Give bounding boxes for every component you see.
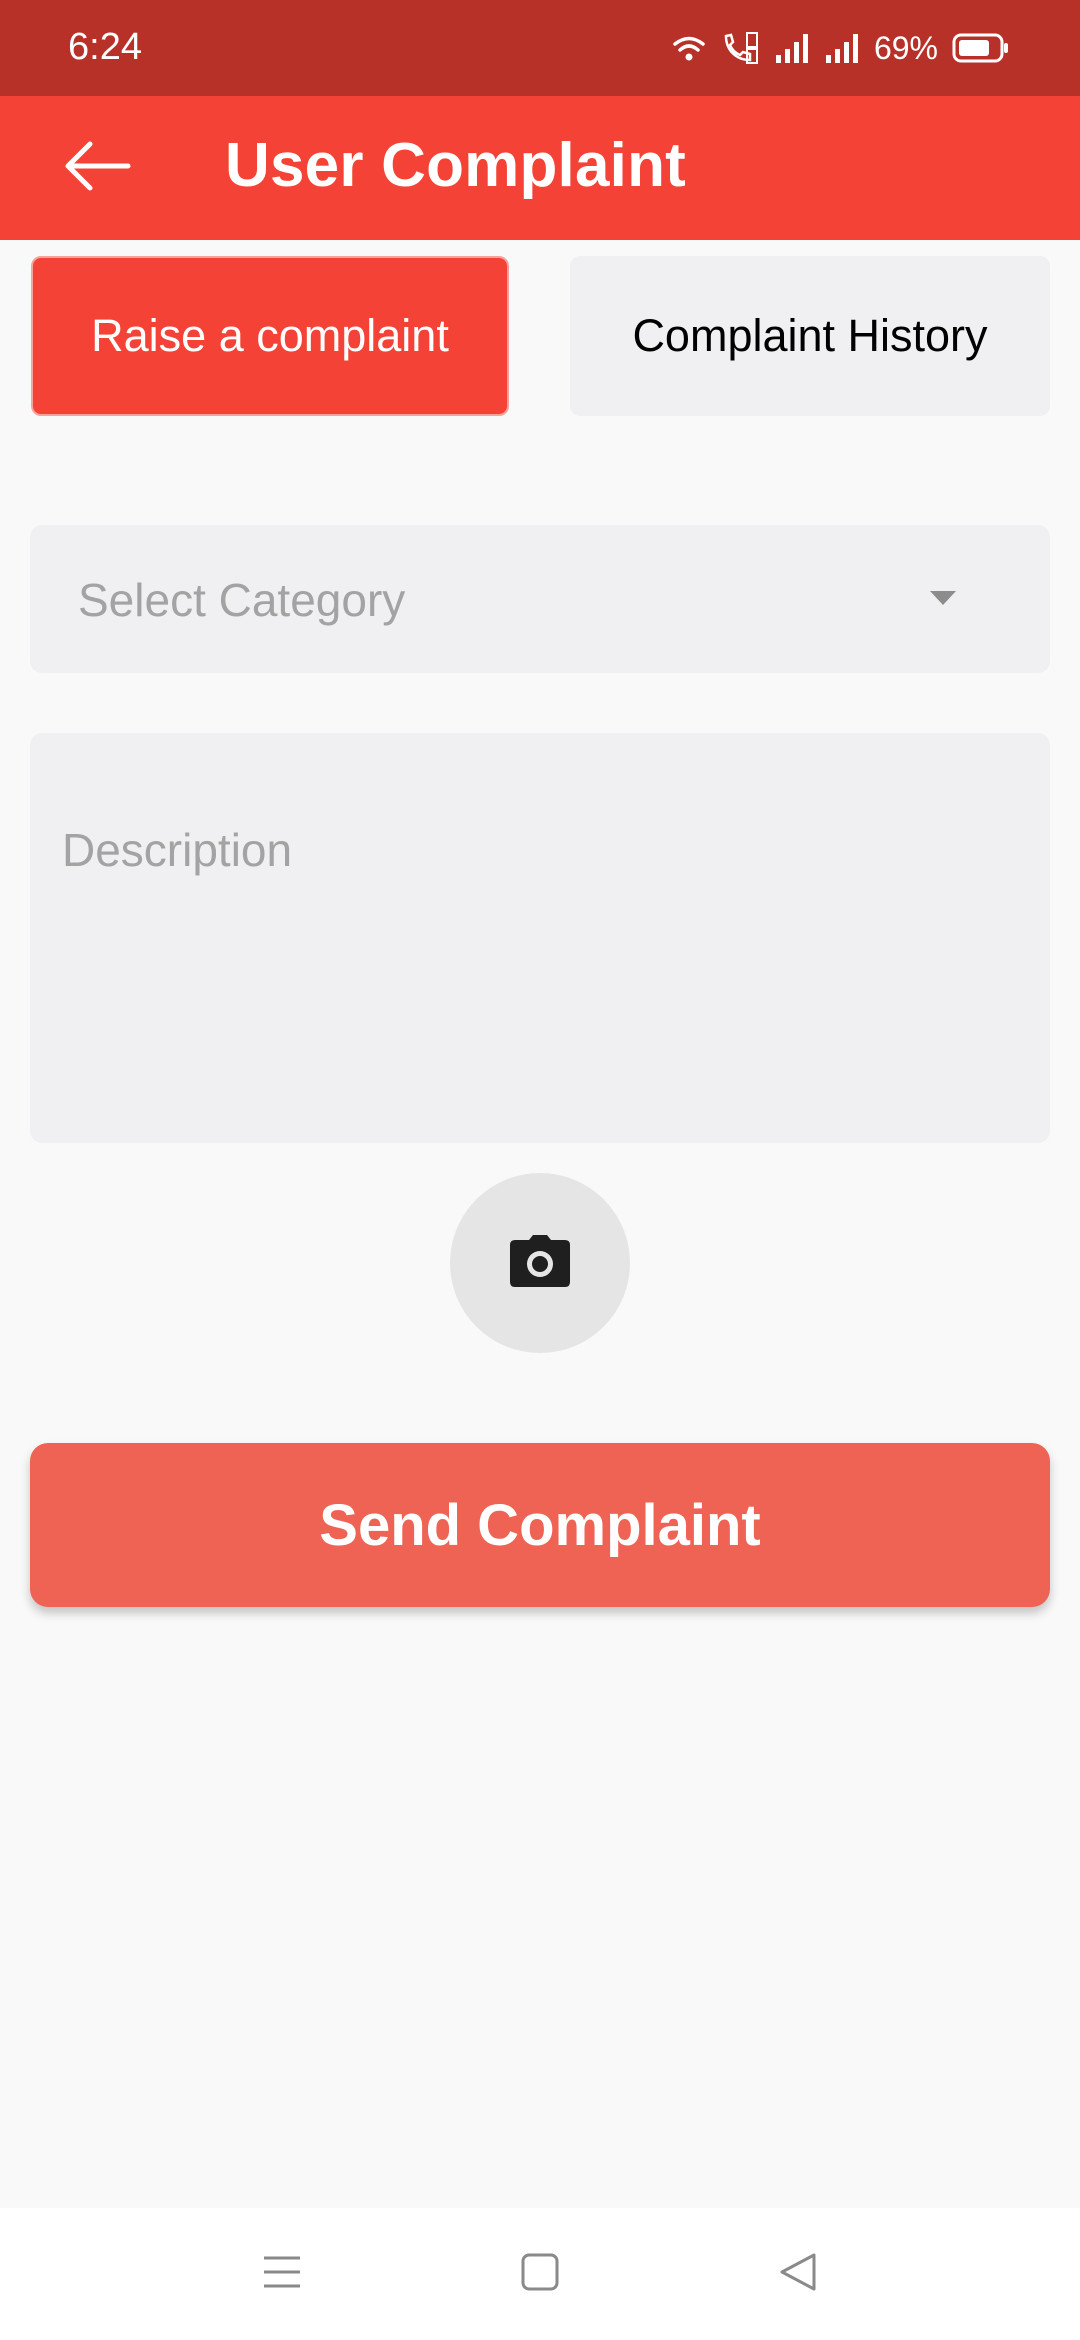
description-field[interactable]: Description xyxy=(30,733,1050,1143)
category-select-placeholder: Select Category xyxy=(78,574,406,626)
page-title: User Complaint xyxy=(225,131,686,200)
back-triangle-icon xyxy=(778,2252,818,2297)
volte-call-icon xyxy=(720,30,760,66)
signal-1-icon xyxy=(774,31,810,65)
category-select[interactable]: Select Category xyxy=(30,525,1050,673)
system-nav-bar xyxy=(0,2208,1080,2340)
status-icons: 69% xyxy=(672,24,1010,72)
app-bar: User Complaint xyxy=(0,96,1080,240)
battery-icon xyxy=(952,32,1010,64)
nav-back-button[interactable] xyxy=(768,2244,828,2304)
status-bar: 6:24 69% xyxy=(0,0,1080,96)
chevron-down-icon xyxy=(930,591,956,605)
signal-2-icon xyxy=(824,31,860,65)
battery-percent: 69% xyxy=(873,29,938,66)
menu-icon xyxy=(262,2252,302,2297)
nav-menu-button[interactable] xyxy=(252,2244,312,2304)
send-complaint-button[interactable]: Send Complaint xyxy=(30,1443,1050,1607)
description-placeholder: Description xyxy=(62,824,293,876)
tab-complaint-history[interactable]: Complaint History xyxy=(570,256,1050,416)
arrow-left-icon xyxy=(62,141,132,196)
wifi-icon xyxy=(672,31,706,65)
add-photo-button[interactable] xyxy=(450,1173,630,1353)
camera-icon xyxy=(509,1234,571,1293)
home-icon xyxy=(520,2252,560,2297)
tab-raise-complaint[interactable]: Raise a complaint xyxy=(31,256,509,416)
nav-home-button[interactable] xyxy=(510,2244,570,2304)
status-time: 6:24 xyxy=(68,26,142,68)
back-button[interactable] xyxy=(52,128,142,208)
